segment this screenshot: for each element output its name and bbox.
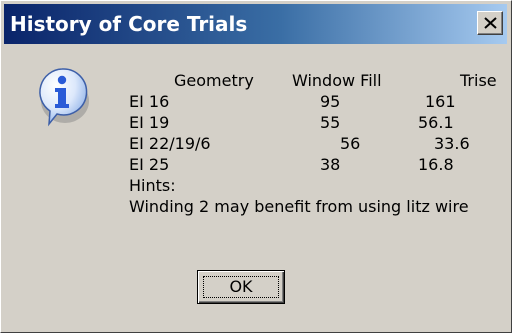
column-header-trise: Trise	[460, 71, 497, 90]
window-fill-cell: 95	[320, 92, 341, 111]
ok-button-label: OK	[229, 277, 253, 296]
geometry-cell: EI 25	[129, 155, 170, 174]
hint-text: Winding 2 may benefit from using litz wi…	[129, 197, 469, 216]
trise-cell: 16.8	[418, 155, 454, 174]
geometry-cell: EI 16	[129, 92, 170, 111]
column-header-geometry: Geometry	[174, 71, 254, 90]
geometry-cell: EI 19	[129, 113, 170, 132]
window-fill-cell: 55	[320, 113, 341, 132]
geometry-cell: EI 22/19/6	[129, 134, 211, 153]
table-row: EI 16 95 161	[129, 91, 509, 112]
close-icon	[484, 17, 497, 29]
table-row: EI 25 38 16.8	[129, 154, 509, 175]
ok-button[interactable]: OK	[197, 270, 285, 304]
dialog-window: History of Core Trials Geometry Window F…	[0, 0, 512, 333]
trise-cell: 56.1	[418, 113, 454, 132]
table-row: EI 19 55 56.1	[129, 112, 509, 133]
history-table: Geometry Window Fill Trise EI 16 95 161 …	[129, 70, 509, 217]
close-button[interactable]	[477, 11, 503, 35]
table-header-row: Geometry Window Fill Trise	[129, 70, 509, 91]
window-fill-cell: 56	[340, 134, 361, 153]
hints-label: Hints:	[129, 176, 176, 195]
title-bar[interactable]: History of Core Trials	[4, 4, 507, 44]
info-icon	[39, 68, 89, 127]
window-fill-cell: 38	[320, 155, 341, 174]
trise-cell: 161	[425, 92, 456, 111]
column-header-window-fill: Window Fill	[292, 71, 382, 90]
window-title: History of Core Trials	[10, 12, 248, 36]
table-row: EI 22/19/6 56 33.6	[129, 133, 509, 154]
trise-cell: 33.6	[434, 134, 470, 153]
